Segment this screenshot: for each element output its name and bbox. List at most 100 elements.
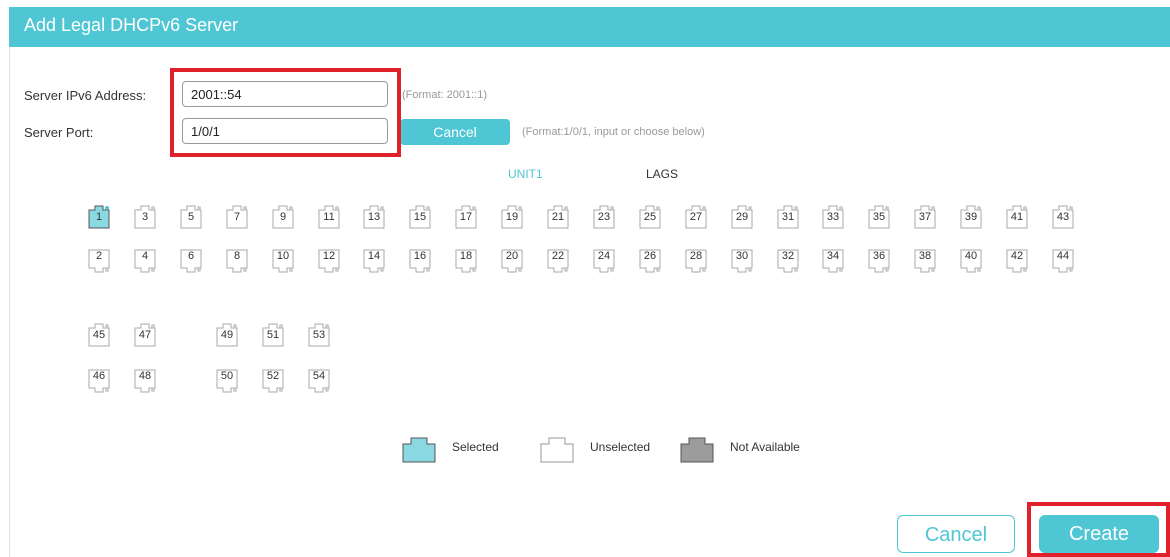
port-number: 49 — [220, 329, 234, 341]
port-number: 40 — [964, 250, 978, 262]
port-number: 35 — [872, 211, 886, 223]
port-23[interactable]: 23 — [593, 205, 615, 229]
port-25[interactable]: 25 — [639, 205, 661, 229]
port-number: 33 — [826, 211, 840, 223]
port-5[interactable]: 5 — [180, 205, 202, 229]
port-34[interactable]: 34 — [822, 249, 844, 273]
port-33[interactable]: 33 — [822, 205, 844, 229]
port-54[interactable]: 54 — [308, 369, 330, 393]
port-53[interactable]: 53 — [308, 323, 330, 347]
port-49[interactable]: 49 — [216, 323, 238, 347]
port-number: 52 — [266, 370, 280, 382]
port-52[interactable]: 52 — [262, 369, 284, 393]
port-number: 46 — [92, 370, 106, 382]
port-number: 51 — [266, 329, 280, 341]
port-1[interactable]: 1 — [88, 205, 110, 229]
port-40[interactable]: 40 — [960, 249, 982, 273]
port-number: 45 — [92, 329, 106, 341]
port-12[interactable]: 12 — [318, 249, 340, 273]
port-21[interactable]: 21 — [547, 205, 569, 229]
port-26[interactable]: 26 — [639, 249, 661, 273]
port-41[interactable]: 41 — [1006, 205, 1028, 229]
port-45[interactable]: 45 — [88, 323, 110, 347]
port-50[interactable]: 50 — [216, 369, 238, 393]
port-32[interactable]: 32 — [777, 249, 799, 273]
port-13[interactable]: 13 — [363, 205, 385, 229]
legend-not-available-icon — [680, 437, 714, 463]
server-port-label: Server Port: — [24, 125, 94, 140]
port-18[interactable]: 18 — [455, 249, 477, 273]
port-39[interactable]: 39 — [960, 205, 982, 229]
legend-unselected-icon — [540, 437, 574, 463]
port-3[interactable]: 3 — [134, 205, 156, 229]
port-51[interactable]: 51 — [262, 323, 284, 347]
port-number: 10 — [276, 250, 290, 262]
port-11[interactable]: 11 — [318, 205, 340, 229]
port-28[interactable]: 28 — [685, 249, 707, 273]
port-7[interactable]: 7 — [226, 205, 248, 229]
port-43[interactable]: 43 — [1052, 205, 1074, 229]
dialog-title: Add Legal DHCPv6 Server — [24, 15, 239, 35]
port-10[interactable]: 10 — [272, 249, 294, 273]
server-port-hint: (Format:1/0/1, input or choose below) — [522, 126, 705, 138]
port-30[interactable]: 30 — [731, 249, 753, 273]
port-number: 21 — [551, 211, 565, 223]
port-22[interactable]: 22 — [547, 249, 569, 273]
port-9[interactable]: 9 — [272, 205, 294, 229]
port-27[interactable]: 27 — [685, 205, 707, 229]
port-number: 48 — [138, 370, 152, 382]
port-number: 42 — [1010, 250, 1024, 262]
port-number: 47 — [138, 329, 152, 341]
port-number: 39 — [964, 211, 978, 223]
port-42[interactable]: 42 — [1006, 249, 1028, 273]
port-16[interactable]: 16 — [409, 249, 431, 273]
input-highlight-box — [170, 68, 401, 157]
port-number: 26 — [643, 250, 657, 262]
port-8[interactable]: 8 — [226, 249, 248, 273]
port-number: 37 — [918, 211, 932, 223]
port-38[interactable]: 38 — [914, 249, 936, 273]
port-48[interactable]: 48 — [134, 369, 156, 393]
port-number: 27 — [689, 211, 703, 223]
port-number: 30 — [735, 250, 749, 262]
port-number: 23 — [597, 211, 611, 223]
port-44[interactable]: 44 — [1052, 249, 1074, 273]
port-number: 36 — [872, 250, 886, 262]
port-35[interactable]: 35 — [868, 205, 890, 229]
port-46[interactable]: 46 — [88, 369, 110, 393]
port-number: 11 — [323, 211, 335, 223]
cancel-button[interactable]: Cancel — [897, 515, 1015, 553]
port-36[interactable]: 36 — [868, 249, 890, 273]
port-number: 29 — [735, 211, 749, 223]
legend-selected-icon — [402, 437, 436, 463]
legend-not-available-label: Not Available — [730, 440, 800, 454]
port-number: 8 — [233, 250, 241, 262]
port-number: 32 — [781, 250, 795, 262]
port-14[interactable]: 14 — [363, 249, 385, 273]
port-number: 15 — [413, 211, 427, 223]
port-17[interactable]: 17 — [455, 205, 477, 229]
port-15[interactable]: 15 — [409, 205, 431, 229]
legend-selected-label: Selected — [452, 440, 499, 454]
server-ipv6-label: Server IPv6 Address: — [24, 88, 147, 103]
port-number: 53 — [312, 329, 326, 341]
port-20[interactable]: 20 — [501, 249, 523, 273]
port-number: 13 — [367, 211, 381, 223]
port-19[interactable]: 19 — [501, 205, 523, 229]
dialog-titlebar: Add Legal DHCPv6 Server — [9, 7, 1170, 47]
port-37[interactable]: 37 — [914, 205, 936, 229]
legend-unselected-label: Unselected — [590, 440, 651, 454]
tab-unit1[interactable]: UNIT1 — [508, 167, 543, 181]
port-47[interactable]: 47 — [134, 323, 156, 347]
port-6[interactable]: 6 — [180, 249, 202, 273]
port-number: 4 — [141, 250, 149, 262]
port-cancel-button[interactable]: Cancel — [400, 119, 510, 145]
port-number: 9 — [279, 211, 287, 223]
port-29[interactable]: 29 — [731, 205, 753, 229]
port-number: 20 — [505, 250, 519, 262]
port-2[interactable]: 2 — [88, 249, 110, 273]
port-4[interactable]: 4 — [134, 249, 156, 273]
port-31[interactable]: 31 — [777, 205, 799, 229]
tab-lags[interactable]: LAGS — [646, 167, 678, 181]
port-24[interactable]: 24 — [593, 249, 615, 273]
